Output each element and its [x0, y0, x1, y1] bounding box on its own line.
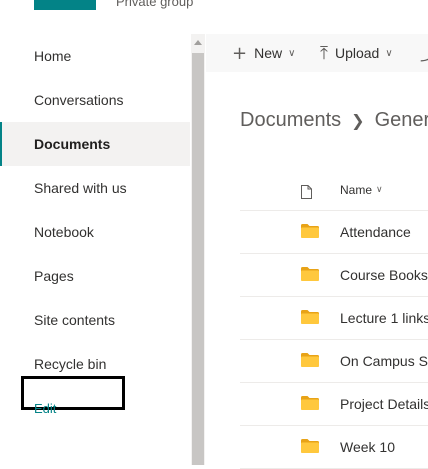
nav-item-conversations[interactable]: Conversations — [0, 78, 190, 122]
new-button[interactable]: + New ∨ — [232, 34, 295, 72]
nav-item-site-contents[interactable]: Site contents — [0, 298, 190, 342]
chevron-down-icon: ∨ — [376, 185, 383, 195]
name-column-label: Name — [340, 183, 373, 197]
nav-item-documents[interactable]: Documents — [0, 122, 190, 166]
scrollbar-thumb[interactable] — [192, 53, 204, 465]
group-privacy-label: Private group — [116, 0, 194, 9]
plus-icon: + — [232, 42, 248, 64]
breadcrumb-root-link[interactable]: Documents — [240, 109, 341, 132]
list-item[interactable]: Course Books — [240, 253, 428, 297]
list-item[interactable]: Attendance — [240, 210, 428, 254]
upload-icon: ⤒ — [320, 42, 328, 64]
file-type-icon[interactable] — [301, 185, 312, 199]
breadcrumb: Documents ❯ General — [240, 105, 428, 135]
nav-item-shared-with-us[interactable]: Shared with us — [0, 166, 190, 210]
list-item-name[interactable]: Project Details — [340, 382, 428, 425]
nav-item-label: Notebook — [34, 224, 94, 240]
nav-item-home[interactable]: Home — [0, 34, 190, 78]
nav-item-label: Recycle bin — [34, 356, 107, 372]
site-header: Private group — [0, 0, 428, 34]
nav-item-label: Shared with us — [34, 180, 127, 196]
chevron-down-icon: ∨ — [288, 47, 296, 59]
left-navigation: Home Conversations Documents Shared with… — [0, 34, 190, 465]
edit-link-label: Edit — [34, 400, 57, 416]
scroll-up-arrow-icon[interactable] — [194, 40, 202, 45]
sync-icon: ⤴ — [420, 40, 428, 66]
list-item[interactable]: Lecture 1 links — [240, 296, 428, 340]
command-bar: + New ∨ ⤒ Upload ∨ ⤴ — [206, 34, 428, 72]
list-item[interactable]: Week 10 — [240, 425, 428, 469]
list-item-name[interactable]: Course Books — [340, 253, 428, 296]
list-item[interactable]: Project Details — [240, 382, 428, 426]
folder-icon — [301, 439, 319, 453]
folder-icon — [301, 396, 319, 410]
list-header: Name ∨ — [240, 170, 428, 211]
list-item[interactable]: On Campus St — [240, 339, 428, 383]
list-item-name[interactable]: Week 10 — [340, 425, 395, 468]
nav-item-label: Pages — [34, 268, 74, 284]
folder-icon — [301, 224, 319, 238]
new-button-label: New — [254, 45, 283, 61]
sidebar-scrollbar[interactable] — [191, 34, 205, 465]
nav-item-notebook[interactable]: Notebook — [0, 210, 190, 254]
folder-icon — [301, 310, 319, 324]
nav-item-pages[interactable]: Pages — [0, 254, 190, 298]
list-item-name[interactable]: Attendance — [340, 210, 411, 253]
upload-button[interactable]: ⤒ Upload ∨ — [320, 34, 393, 72]
nav-item-label: Home — [34, 48, 72, 64]
site-logo[interactable] — [34, 0, 96, 10]
nav-item-label: Site contents — [34, 312, 115, 328]
edit-navigation-link[interactable]: Edit — [0, 386, 190, 430]
chevron-down-icon: ∨ — [385, 47, 393, 59]
breadcrumb-separator-icon: ❯ — [351, 110, 365, 130]
list-item-name[interactable]: On Campus St — [340, 339, 428, 382]
nav-item-label: Documents — [34, 136, 111, 152]
more-commands-overflow[interactable]: ⤴ — [420, 34, 428, 72]
list-item-name[interactable]: Lecture 1 links — [340, 296, 428, 339]
folder-icon — [301, 353, 319, 367]
folder-icon — [301, 267, 319, 281]
nav-item-recycle-bin[interactable]: Recycle bin — [0, 342, 190, 386]
name-column-header[interactable]: Name ∨ — [340, 170, 383, 210]
breadcrumb-current[interactable]: General — [375, 109, 428, 132]
upload-button-label: Upload — [334, 45, 380, 61]
nav-item-label: Conversations — [34, 92, 124, 108]
